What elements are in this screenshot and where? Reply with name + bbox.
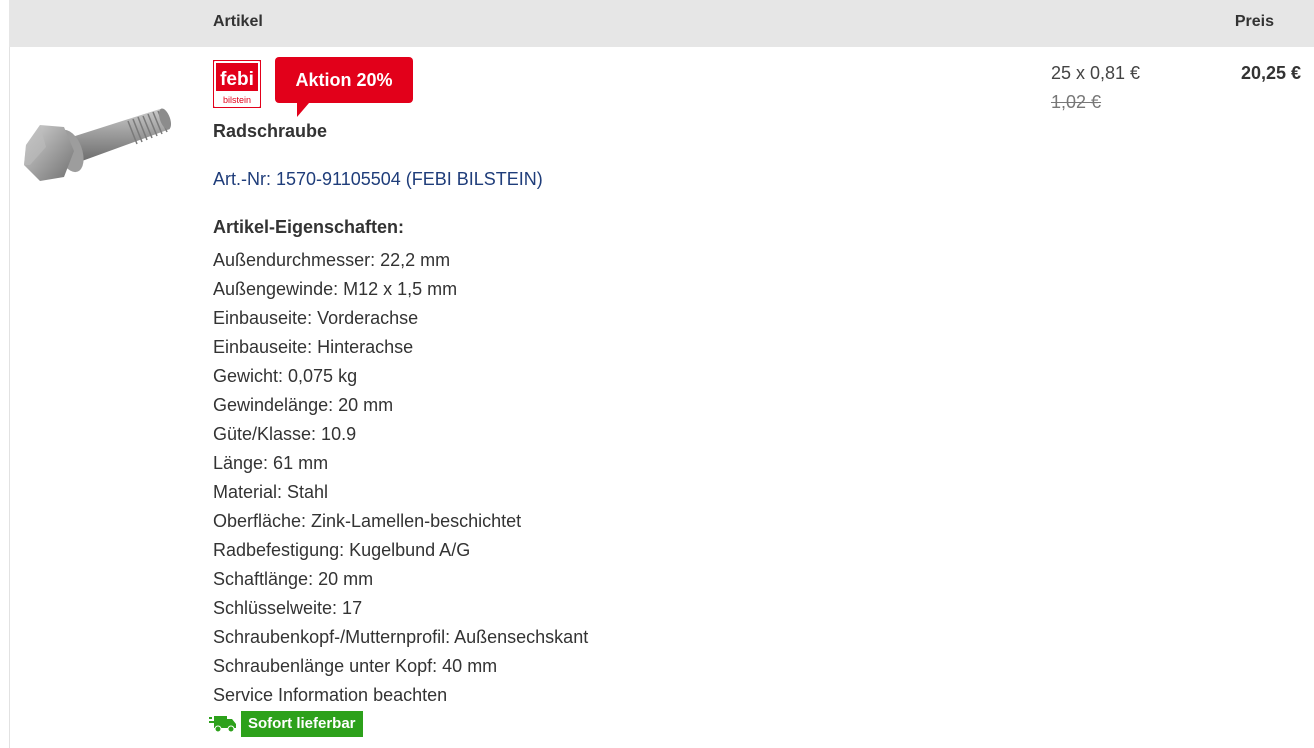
property-item: Oberfläche: Zink-Lamellen-beschichtet — [213, 511, 522, 531]
properties-list: Außendurchmesser: 22,2 mm Außengewinde: … — [213, 246, 588, 710]
product-image[interactable] — [20, 95, 180, 195]
property-item: Schraubenkopf-/Mutternprofil: Außensechs… — [213, 627, 589, 647]
properties-heading: Artikel-Eigenschaften: — [213, 217, 405, 237]
old-price: 1,02 € — [1051, 92, 1102, 112]
property-item: Schaftlänge: 20 mm — [213, 569, 374, 589]
column-header-price: Preis — [1234, 13, 1274, 30]
property-item: Außendurchmesser: 22,2 mm — [213, 250, 451, 270]
product-title[interactable]: Radschraube — [213, 121, 327, 142]
property-item: Schraubenlänge unter Kopf: 40 mm — [213, 656, 498, 676]
promo-badge: Aktion 20% — [275, 57, 413, 117]
property-item: Service Information beachten — [213, 685, 448, 705]
column-header-article: Artikel — [213, 13, 263, 30]
febi-bilstein-logo: febi bilstein — [213, 60, 261, 108]
property-item: Güte/Klasse: 10.9 — [213, 424, 357, 444]
property-item: Radbefestigung: Kugelbund A/G — [213, 540, 471, 560]
availability-badge: Sofort lieferbar — [241, 710, 363, 737]
row-border — [9, 47, 10, 748]
total-price: 20,25 € — [1240, 63, 1301, 83]
logo-text: febi — [220, 69, 254, 90]
property-item: Einbauseite: Vorderachse — [213, 308, 419, 328]
truck-icon — [209, 715, 236, 732]
property-item: Schlüsselweite: 17 — [213, 598, 363, 618]
unit-price: 25 x 0,81 € — [1051, 63, 1141, 83]
table-header: Artikel Preis — [9, 0, 1314, 47]
property-item: Einbauseite: Hinterachse — [213, 337, 414, 357]
article-number-link[interactable]: Art.-Nr: 1570-91105504 (FEBI BILSTEIN) — [213, 169, 543, 190]
logo-subtext: bilstein — [223, 95, 251, 105]
property-item: Gewicht: 0,075 kg — [213, 366, 358, 386]
property-item: Material: Stahl — [213, 482, 329, 502]
property-item: Länge: 61 mm — [213, 453, 329, 473]
availability-status: Sofort lieferbar — [209, 710, 363, 737]
property-item: Gewindelänge: 20 mm — [213, 395, 394, 415]
property-item: Außengewinde: M12 x 1,5 mm — [213, 279, 458, 299]
